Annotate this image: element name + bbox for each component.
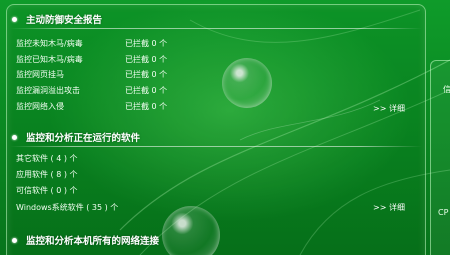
- details-link-defense[interactable]: >> 详细: [373, 103, 405, 114]
- report-row: 监控已知木马/病毒 已拦截 0 个: [16, 53, 412, 66]
- report-row: 监控漏洞溢出攻击 已拦截 0 个: [16, 84, 412, 97]
- row-label: 其它软件 ( 4 ) 个: [16, 154, 78, 163]
- section-title-running-software: 监控和分析正在运行的软件: [12, 130, 140, 144]
- section-title-text: 主动防御安全报告: [26, 15, 103, 26]
- section-title-text: 监控和分析正在运行的软件: [26, 133, 141, 144]
- section-divider: [10, 28, 422, 29]
- side-panel-top-text: 信: [443, 85, 450, 94]
- row-label: 监控未知木马/病毒: [16, 39, 83, 48]
- row-label: 应用软件 ( 8 ) 个: [16, 170, 78, 179]
- row-label: 可信软件 ( 0 ) 个: [16, 186, 78, 195]
- row-label: 监控漏洞溢出攻击: [16, 86, 80, 95]
- row-label: 监控已知木马/病毒: [16, 55, 83, 64]
- report-row: 监控网页挂马 已拦截 0 个: [16, 68, 412, 81]
- row-status: 已拦截 0 个: [125, 86, 168, 95]
- section-divider: [10, 146, 422, 147]
- row-label: 监控网络入侵: [16, 102, 64, 111]
- software-row: 应用软件 ( 8 ) 个: [16, 168, 412, 181]
- report-row: 监控网络入侵 已拦截 0 个: [16, 100, 412, 113]
- software-row: 可信软件 ( 0 ) 个: [16, 184, 412, 197]
- row-status: 已拦截 0 个: [125, 55, 168, 64]
- details-link-software[interactable]: >> 详细: [373, 202, 405, 213]
- software-row: 其它软件 ( 4 ) 个: [16, 152, 412, 165]
- bullet-icon: [12, 16, 17, 22]
- side-panel-bottom-text: CP: [438, 208, 449, 217]
- section-title-network-connections: 监控和分析本机所有的网络连接: [12, 233, 159, 247]
- section-title-text: 监控和分析本机所有的网络连接: [26, 236, 160, 247]
- report-row: 监控未知木马/病毒 已拦截 0 个: [16, 37, 412, 50]
- software-row: Windows系统软件 ( 35 ) 个: [16, 201, 412, 214]
- row-status: 已拦截 0 个: [125, 102, 168, 111]
- row-label: Windows系统软件 ( 35 ) 个: [16, 203, 119, 212]
- row-status: 已拦截 0 个: [125, 39, 168, 48]
- row-status: 已拦截 0 个: [125, 70, 168, 79]
- bullet-icon: [12, 237, 17, 243]
- section-title-defense-report: 主动防御安全报告: [12, 12, 102, 26]
- security-report-window: 信 CP 主动防御安全报告 监控未知木马/病毒 已拦截 0 个 监控已知木马/病…: [0, 0, 450, 255]
- bullet-icon: [12, 134, 17, 140]
- row-label: 监控网页挂马: [16, 70, 64, 79]
